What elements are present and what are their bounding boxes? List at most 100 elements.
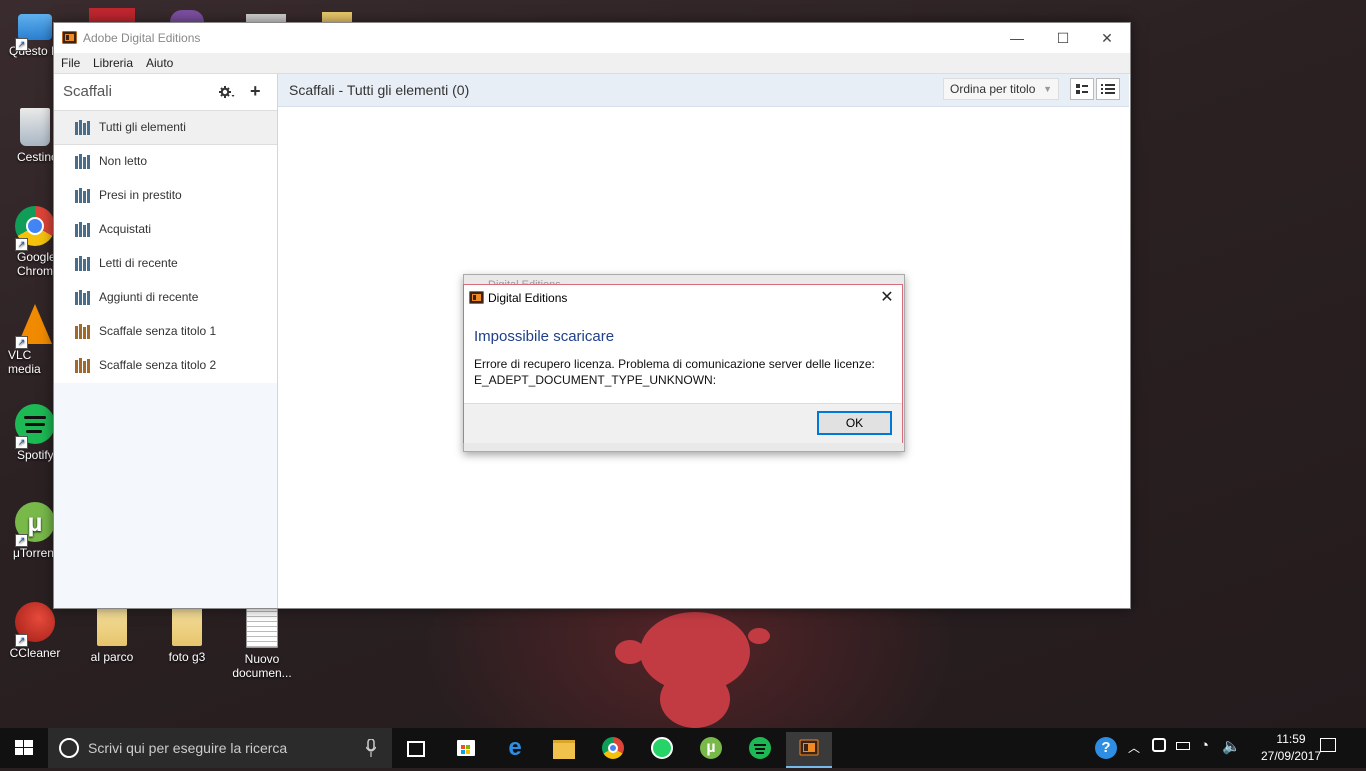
sidebar-item-label: Aggiunti di recente xyxy=(99,290,199,304)
sidebar-item-label: Scaffale senza titolo 2 xyxy=(99,358,217,372)
ok-button[interactable]: OK xyxy=(817,411,892,435)
dialog-footer: OK xyxy=(464,403,902,443)
add-shelf-button[interactable]: + xyxy=(250,81,261,102)
edge-icon: e xyxy=(508,734,522,761)
battery-icon[interactable] xyxy=(1176,742,1190,750)
shortcut-arrow-icon: ↗ xyxy=(15,534,28,547)
sidebar-item-shelf[interactable]: Scaffale senza titolo 1 xyxy=(54,315,277,349)
desktop-icon-label: al parco xyxy=(90,650,134,664)
cortana-icon xyxy=(59,738,79,758)
spotify-icon xyxy=(749,737,771,759)
menu-libreria[interactable]: Libreria xyxy=(93,56,133,70)
taskbar-adobe-digital-editions[interactable] xyxy=(786,732,832,768)
desktop-icon-folder-al-parco[interactable]: al parco xyxy=(80,606,144,664)
chrome-icon xyxy=(602,737,624,759)
sidebar-item-shelf[interactable]: Aggiunti di recente xyxy=(54,281,277,315)
desktop-icon-new-document[interactable]: Nuovo documen... xyxy=(229,606,295,680)
sort-selected-value: Ordina per titolo xyxy=(950,82,1036,96)
error-dialog: Digital Editions ✕ Impossibile scaricare… xyxy=(463,284,903,443)
sidebar-item-label: Letti di recente xyxy=(99,256,178,270)
sidebar-item-shelf[interactable]: Presi in prestito xyxy=(54,179,277,213)
dialog-close-button[interactable]: ✕ xyxy=(876,288,898,308)
sidebar-item-label: Presi in prestito xyxy=(99,188,182,202)
thumbnail-view-icon xyxy=(1076,84,1088,94)
adobe-digital-editions-icon xyxy=(799,739,819,756)
microphone-icon[interactable] xyxy=(366,739,376,757)
sidebar-item-shelf[interactable]: Non letto xyxy=(54,145,277,179)
partial-desktop-icon xyxy=(322,12,352,22)
taskbar: Scrivi qui per eseguire la ricerca e µ ?… xyxy=(0,728,1366,768)
sidebar-item-label: Acquistati xyxy=(99,222,152,236)
utorrent-icon: µ xyxy=(700,737,722,759)
taskbar-utorrent[interactable]: µ xyxy=(688,732,734,764)
clock-date[interactable]: 27/09/2017 xyxy=(1256,749,1326,763)
shortcut-arrow-icon: ↗ xyxy=(15,38,28,51)
menu-aiuto[interactable]: Aiuto xyxy=(146,56,173,70)
folder-icon xyxy=(172,606,202,646)
wallpaper-splash xyxy=(660,670,730,728)
gear-icon[interactable] xyxy=(219,85,235,102)
bookshelf-icon xyxy=(75,154,90,169)
adobe-digital-editions-icon xyxy=(469,291,484,304)
sidebar-header: Scaffali + xyxy=(54,74,277,110)
wifi-icon[interactable]: ◔ xyxy=(1200,737,1209,754)
list-view-button[interactable] xyxy=(1096,78,1120,100)
shelves-sidebar: Scaffali + Tutti gli elementi Non letto Pr… xyxy=(54,74,278,608)
bookshelf-icon xyxy=(75,358,90,373)
task-view-button[interactable] xyxy=(392,732,438,764)
shortcut-arrow-icon: ↗ xyxy=(15,336,28,349)
taskbar-spotify[interactable] xyxy=(737,732,783,764)
wallpaper-splash xyxy=(748,628,770,644)
search-box[interactable]: Scrivi qui per eseguire la ricerca xyxy=(48,728,392,768)
thumbnail-view-button[interactable] xyxy=(1070,78,1094,100)
shortcut-arrow-icon: ↗ xyxy=(15,436,28,449)
help-icon[interactable]: ? xyxy=(1095,737,1117,759)
window-titlebar[interactable]: Adobe Digital Editions — ☐ ✕ xyxy=(54,23,1130,53)
minimize-button[interactable]: — xyxy=(994,23,1040,53)
maximize-button[interactable]: ☐ xyxy=(1040,23,1086,53)
taskbar-whatsapp[interactable] xyxy=(639,732,685,764)
sidebar-item-label: Scaffale senza titolo 1 xyxy=(99,324,217,338)
bookshelf-icon xyxy=(75,188,90,203)
whatsapp-icon xyxy=(651,737,673,759)
list-view-icon xyxy=(1101,84,1115,94)
taskbar-edge[interactable]: e xyxy=(492,732,538,764)
sidebar-item-shelf[interactable]: Acquistati xyxy=(54,213,277,247)
bookshelf-icon xyxy=(75,120,90,135)
desktop-icon-label: Nuovo documen... xyxy=(232,652,292,680)
gear-icon xyxy=(219,86,235,98)
bookshelf-icon xyxy=(75,222,90,237)
windows-logo-icon xyxy=(15,740,33,755)
taskbar-file-explorer[interactable] xyxy=(541,732,587,764)
sidebar-item-shelf[interactable]: Scaffale senza titolo 2 xyxy=(54,349,277,383)
adobe-digital-editions-icon xyxy=(62,31,77,44)
content-title: Scaffali - Tutti gli elementi (0) xyxy=(289,82,470,98)
folder-icon xyxy=(553,740,575,759)
dialog-heading: Impossibile scaricare xyxy=(474,328,615,345)
shortcut-arrow-icon: ↗ xyxy=(15,634,28,647)
partial-desktop-icon xyxy=(170,10,204,22)
taskbar-store[interactable] xyxy=(443,732,489,764)
store-icon xyxy=(457,740,475,756)
sidebar-item-shelf[interactable]: Letti di recente xyxy=(54,247,277,281)
shortcut-arrow-icon: ↗ xyxy=(15,238,28,251)
menu-bar: File Libreria Aiuto xyxy=(54,53,1130,74)
taskbar-chrome[interactable] xyxy=(590,732,636,764)
sort-dropdown[interactable]: Ordina per titolo ▼ xyxy=(943,78,1059,100)
chevron-down-icon: ▼ xyxy=(1043,84,1052,94)
clock-time[interactable]: 11:59 xyxy=(1266,732,1316,746)
desktop-icon-ccleaner[interactable]: ↗ CCleaner xyxy=(3,602,67,660)
partial-desktop-icon xyxy=(89,8,135,22)
desktop-icon-folder-foto-g3[interactable]: foto g3 xyxy=(155,606,219,664)
sidebar-title: Scaffali xyxy=(63,83,112,100)
sidebar-item-shelf[interactable]: Tutti gli elementi xyxy=(54,110,277,145)
bookshelf-icon xyxy=(75,290,90,305)
dropbox-icon[interactable] xyxy=(1152,738,1166,752)
volume-icon[interactable]: 🔈 xyxy=(1222,737,1241,755)
start-button[interactable] xyxy=(0,728,48,768)
close-button[interactable]: ✕ xyxy=(1084,23,1130,53)
chevron-up-icon[interactable]: ︿ xyxy=(1128,739,1140,756)
dialog-message: Errore di recupero licenza. Problema di … xyxy=(474,357,875,371)
menu-file[interactable]: File xyxy=(61,56,80,70)
dialog-titlebar[interactable]: Digital Editions ✕ xyxy=(464,285,902,311)
